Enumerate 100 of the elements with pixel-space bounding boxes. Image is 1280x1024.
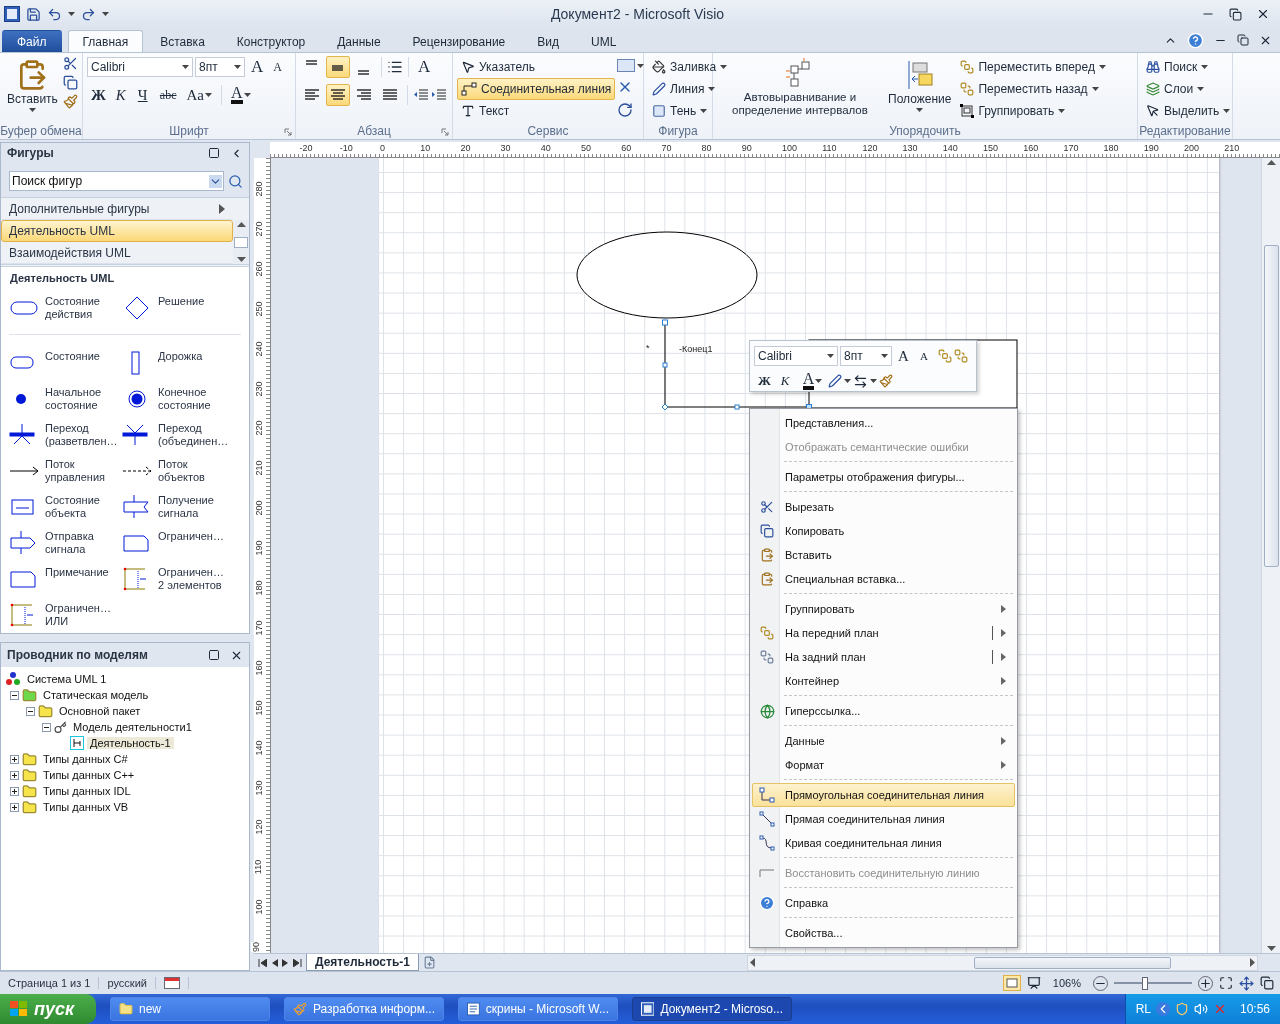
- tree-item[interactable]: Деятельность-1: [87, 737, 174, 749]
- tree-item[interactable]: Типы данных IDL: [40, 785, 134, 797]
- ribbon-tab[interactable]: Рецензирование: [397, 30, 521, 52]
- editing-button[interactable]: Слои: [1142, 78, 1235, 100]
- last-page-icon[interactable]: [293, 958, 302, 967]
- text-style-button[interactable]: A: [414, 56, 435, 78]
- dialog-launcher-icon[interactable]: [441, 128, 449, 136]
- editing-button[interactable]: Поиск: [1142, 56, 1235, 78]
- scroll-right-icon[interactable]: [1250, 958, 1255, 967]
- ribbon-tab[interactable]: UML: [576, 30, 632, 52]
- format-button[interactable]: abc: [155, 84, 181, 106]
- tree-item[interactable]: Модель деятельности1: [70, 721, 195, 733]
- grow-font-button[interactable]: A: [247, 56, 268, 78]
- maximize-icon[interactable]: [208, 649, 220, 661]
- ribbon-tab[interactable]: Данные: [322, 30, 396, 52]
- connector-line[interactable]: [661, 319, 812, 411]
- format-button[interactable]: К: [111, 84, 132, 106]
- expand-icon[interactable]: [10, 754, 19, 764]
- tree-item[interactable]: Статическая модель: [40, 689, 152, 701]
- editing-button[interactable]: Выделить: [1142, 100, 1235, 122]
- scroll-down-icon[interactable]: [1266, 946, 1276, 951]
- insert-page-icon[interactable]: [422, 956, 436, 969]
- shrink-font-button[interactable]: A: [269, 56, 290, 78]
- increase-indent-icon[interactable]: [431, 87, 447, 103]
- menu-item[interactable]: На задний план: [752, 645, 1015, 669]
- menu-item[interactable]: Параметры отображения фигуры...: [752, 465, 1015, 489]
- restore-icon[interactable]: [1237, 34, 1249, 46]
- copy-icon[interactable]: [62, 75, 78, 90]
- start-button[interactable]: пуск: [0, 994, 96, 1024]
- close-icon[interactable]: [1256, 7, 1270, 21]
- scroll-left-icon[interactable]: [750, 958, 755, 967]
- switch-windows-icon[interactable]: [1260, 976, 1274, 990]
- volume-icon[interactable]: [1193, 1002, 1208, 1016]
- tree-item[interactable]: Типы данных C++: [40, 769, 138, 781]
- scroll-thumb[interactable]: [234, 236, 248, 248]
- zoom-slider-thumb[interactable]: [1142, 976, 1149, 990]
- ribbon-tab[interactable]: Вид: [522, 30, 574, 52]
- app-logo-icon[interactable]: [4, 6, 20, 22]
- sheet-tab[interactable]: Деятельность-1: [306, 954, 419, 971]
- normal-view-icon[interactable]: [1002, 975, 1021, 991]
- format-button[interactable]: Ж: [87, 84, 110, 106]
- stencil-item[interactable]: Деятельность UML: [1, 220, 233, 243]
- rotate-text-icon[interactable]: [617, 102, 634, 118]
- arrange-button[interactable]: Группировать: [956, 100, 1110, 122]
- ribbon-tab[interactable]: Главная: [67, 30, 144, 52]
- send-back-icon[interactable]: [954, 349, 968, 363]
- next-page-icon[interactable]: [282, 958, 289, 967]
- menu-item[interactable]: Контейнер: [752, 669, 1015, 693]
- collapse-icon[interactable]: [26, 706, 35, 716]
- collapse-icon[interactable]: [10, 690, 19, 700]
- search-field[interactable]: Поиск фигур: [9, 171, 224, 192]
- format-painter-icon[interactable]: [879, 374, 894, 388]
- previous-page-icon[interactable]: [271, 958, 278, 967]
- grow-font-button[interactable]: A: [894, 345, 914, 367]
- restore-icon[interactable]: [1229, 7, 1242, 21]
- collapse-icon[interactable]: [42, 722, 51, 732]
- save-icon[interactable]: [26, 6, 41, 22]
- scroll-up-icon[interactable]: [1266, 160, 1276, 165]
- redo-icon[interactable]: [81, 6, 96, 22]
- font-size-field[interactable]: 8пт: [840, 346, 892, 366]
- maximize-icon[interactable]: [208, 147, 220, 160]
- decrease-indent-icon[interactable]: [413, 87, 429, 103]
- scroll-down-icon[interactable]: [236, 257, 246, 263]
- taskbar-button[interactable]: Документ2 - Microso...: [632, 997, 792, 1021]
- menu-item[interactable]: Представления...: [752, 411, 1015, 435]
- tree-item[interactable]: Типы данных C#: [40, 753, 131, 765]
- menu-item[interactable]: Данные: [752, 729, 1015, 753]
- font-color-button[interactable]: A: [227, 84, 255, 106]
- pan-icon[interactable]: [1239, 975, 1254, 991]
- taskbar-button[interactable]: скрины - Microsoft W...: [458, 997, 618, 1021]
- taskbar-button[interactable]: new: [110, 997, 270, 1021]
- menu-item[interactable]: Прямая соединительная линия: [752, 807, 1015, 831]
- scissors-icon[interactable]: [62, 56, 78, 71]
- menu-item[interactable]: Гиперссылка...: [752, 699, 1015, 723]
- paste-button[interactable]: Вставить: [4, 56, 61, 123]
- format-button[interactable]: Ч: [133, 84, 154, 106]
- taskbar-button[interactable]: Разработка информ...: [284, 997, 444, 1021]
- line-ends-icon[interactable]: [853, 373, 869, 389]
- menu-item[interactable]: Вставить: [752, 543, 1015, 567]
- arrange-button[interactable]: Переместить назад: [956, 78, 1110, 100]
- undo-icon[interactable]: [47, 6, 62, 22]
- horizontal-scrollbar[interactable]: [747, 954, 1258, 971]
- stencil-item[interactable]: Взаимодействия UML: [1, 242, 233, 265]
- dialog-launcher-icon[interactable]: [284, 128, 292, 136]
- vertical-scrollbar[interactable]: [1261, 158, 1280, 953]
- menu-item[interactable]: Кривая соединительная линия: [752, 831, 1015, 855]
- first-page-icon[interactable]: [258, 958, 267, 967]
- menu-item[interactable]: На передний план: [752, 621, 1015, 645]
- bold-button[interactable]: Ж: [754, 370, 775, 392]
- search-icon[interactable]: [228, 173, 243, 189]
- fit-page-icon[interactable]: [1219, 976, 1233, 990]
- receive-signal-icon[interactable]: [122, 495, 152, 519]
- menu-item[interactable]: Прямоугольная соединительная линия: [752, 783, 1015, 807]
- tree-item[interactable]: Типы данных VB: [40, 801, 132, 813]
- menu-item[interactable]: Копировать: [752, 519, 1015, 543]
- dropdown-icon[interactable]: [209, 174, 222, 188]
- language-indicator[interactable]: RL: [1135, 1002, 1151, 1016]
- menu-item[interactable]: Справка: [752, 891, 1015, 915]
- tool-button[interactable]: Указатель: [457, 56, 616, 78]
- font-name-field[interactable]: Calibri: [754, 346, 838, 366]
